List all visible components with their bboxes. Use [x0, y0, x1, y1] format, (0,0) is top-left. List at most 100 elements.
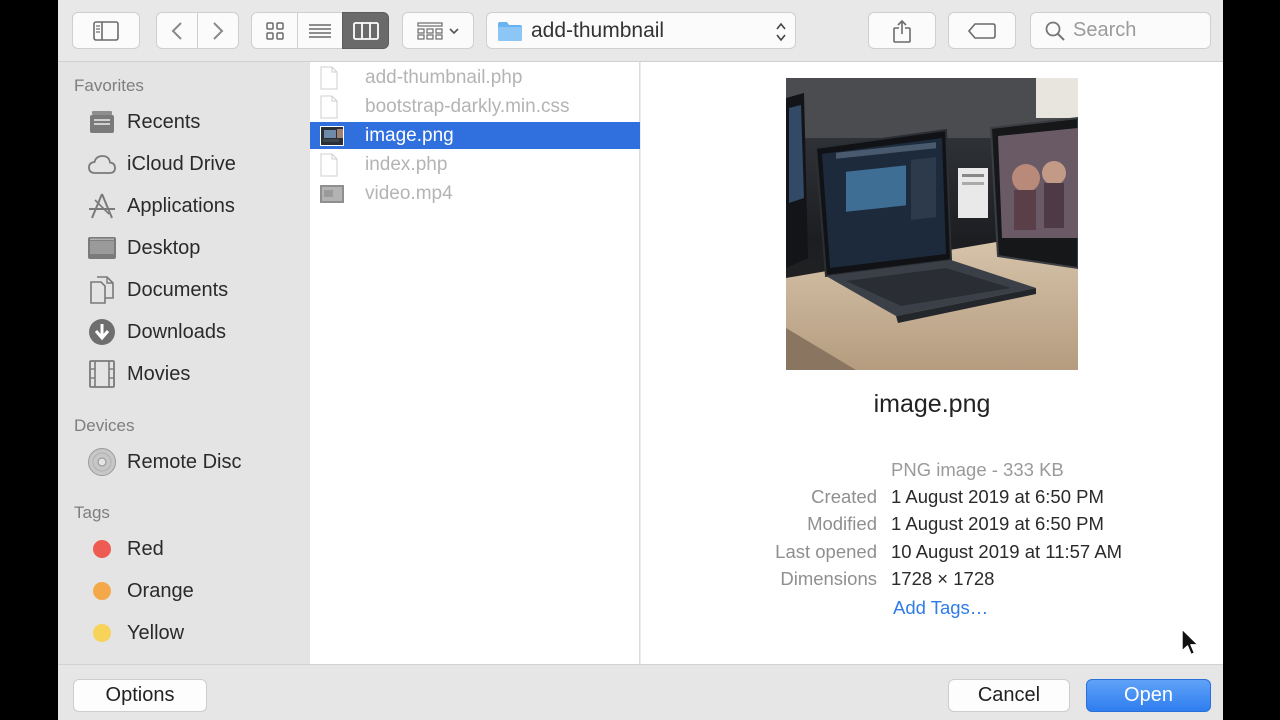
yellow-tag-dot-icon: [93, 624, 111, 642]
sidebar-item-label: Documents: [127, 278, 229, 301]
preview-pane: image.png PNG image - 333 KB Created 1 A…: [641, 62, 1223, 664]
favorites-heading: Favorites: [74, 76, 144, 95]
column-view-button[interactable]: [342, 12, 389, 49]
sidebar-item-label: Yellow: [127, 621, 185, 644]
group-grid-icon: [417, 21, 443, 41]
sidebar-item-documents[interactable]: Documents: [86, 273, 306, 307]
sidebar-item-label: Desktop: [127, 236, 201, 259]
image-thumbnail-icon: [320, 124, 354, 148]
chevron-down-icon: [449, 27, 459, 35]
group-by-button[interactable]: [402, 12, 474, 49]
dialog-bottom-bar: Options Cancel Open: [58, 664, 1223, 720]
file-row[interactable]: video.mp4: [310, 180, 640, 207]
search-input[interactable]: Search: [1030, 12, 1211, 49]
chevron-left-icon: [171, 21, 183, 41]
tags-heading: Tags: [74, 503, 110, 522]
movies-icon: [86, 358, 118, 390]
info-value: 1 August 2019 at 6:50 PM: [891, 486, 1104, 507]
search-icon: [1045, 21, 1065, 41]
list-icon: [308, 22, 332, 40]
downloads-icon: [86, 316, 118, 348]
chevron-right-icon: [212, 21, 224, 41]
info-key: Created: [811, 486, 877, 507]
file-column: add-thumbnail.php bootstrap-darkly.min.c…: [310, 62, 640, 664]
sidebar-item-tag-yellow[interactable]: Yellow: [86, 616, 306, 650]
info-value: 1 August 2019 at 6:50 PM: [891, 513, 1104, 534]
info-row-dimensions: Dimensions 1728 × 1728: [641, 568, 1223, 595]
sidebar-item-label: Downloads: [127, 320, 226, 343]
sidebar-item-downloads[interactable]: Downloads: [86, 315, 306, 349]
sidebar-item-label: Remote Disc: [127, 450, 242, 473]
sidebar-item-label: Red: [127, 537, 164, 560]
sidebar-item-desktop[interactable]: Desktop: [86, 231, 306, 265]
orange-tag-dot-icon: [93, 582, 111, 600]
options-button[interactable]: Options: [73, 679, 207, 712]
sidebar: Favorites Recents iCloud Drive Applicati…: [58, 62, 310, 664]
devices-heading: Devices: [74, 416, 135, 435]
sidebar-item-label: Recents: [127, 110, 201, 133]
applications-icon: [86, 190, 118, 222]
sidebar-item-tag-orange[interactable]: Orange: [86, 574, 306, 608]
info-row-modified: Modified 1 August 2019 at 6:50 PM: [641, 513, 1223, 540]
list-view-button[interactable]: [297, 12, 343, 49]
up-down-chevron-icon: [775, 21, 787, 43]
forward-button[interactable]: [197, 12, 239, 49]
preview-file-name: image.png: [873, 390, 991, 418]
file-row[interactable]: bootstrap-darkly.min.css: [310, 93, 640, 120]
file-row-selected[interactable]: image.png: [310, 122, 640, 149]
info-value: 1728 × 1728: [891, 568, 995, 589]
document-icon: [320, 153, 354, 177]
sidebar-item-remote-disc[interactable]: Remote Disc: [86, 445, 306, 479]
sidebar-item-label: iCloud Drive: [127, 152, 236, 175]
folder-icon: [497, 20, 523, 42]
document-icon: [320, 66, 354, 90]
sidebar-item-movies[interactable]: Movies: [86, 357, 306, 391]
share-icon: [892, 19, 912, 43]
sidebar-item-label: Movies: [127, 362, 191, 385]
edit-tags-button[interactable]: [948, 12, 1016, 49]
sidebar-item-label: Applications: [127, 194, 235, 217]
video-thumbnail-icon: [320, 182, 354, 206]
location-label: add-thumbnail: [531, 18, 665, 42]
back-button[interactable]: [156, 12, 198, 49]
info-value: 10 August 2019 at 11:57 AM: [891, 541, 1123, 562]
add-tags-link[interactable]: Add Tags…: [893, 597, 988, 619]
preview-kind-size: PNG image - 333 KB: [891, 459, 1064, 480]
info-key: Last opened: [775, 541, 877, 562]
cloud-icon: [86, 148, 118, 180]
sidebar-item-applications[interactable]: Applications: [86, 189, 306, 223]
info-key: Modified: [807, 513, 877, 534]
toolbar: add-thumbnail Search: [58, 0, 1223, 62]
file-row[interactable]: add-thumbnail.php: [310, 64, 640, 91]
sidebar-item-tag-red[interactable]: Red: [86, 532, 306, 566]
share-button[interactable]: [868, 12, 936, 49]
cancel-button[interactable]: Cancel: [948, 679, 1070, 712]
file-name: bootstrap-darkly.min.css: [365, 95, 570, 117]
image-preview: [786, 78, 1078, 370]
info-row-last-opened: Last opened 10 August 2019 at 11:57 AM: [641, 541, 1223, 568]
file-name: image.png: [365, 124, 454, 146]
sidebar-item-recents[interactable]: Recents: [86, 105, 306, 139]
desktop-icon: [86, 232, 118, 264]
columns-icon: [352, 21, 379, 40]
sidebar-icon: [93, 20, 119, 41]
file-row[interactable]: index.php: [310, 151, 640, 178]
grid-icon: [265, 21, 284, 40]
mouse-cursor-icon: [1180, 627, 1200, 662]
icon-view-button[interactable]: [251, 12, 298, 49]
toggle-sidebar-button[interactable]: [72, 12, 140, 49]
document-icon: [320, 95, 354, 119]
open-file-dialog: add-thumbnail Search Favorites Recents i…: [58, 0, 1223, 720]
file-name: index.php: [365, 153, 448, 175]
file-name: add-thumbnail.php: [365, 66, 523, 88]
recents-icon: [86, 106, 118, 138]
file-name: video.mp4: [365, 182, 453, 204]
disc-icon: [86, 446, 118, 478]
open-button[interactable]: Open: [1086, 679, 1211, 712]
documents-icon: [86, 274, 118, 306]
location-popup[interactable]: add-thumbnail: [486, 12, 796, 49]
sidebar-item-icloud-drive[interactable]: iCloud Drive: [86, 147, 306, 181]
info-key: Dimensions: [780, 568, 877, 589]
sidebar-item-label: Orange: [127, 579, 194, 602]
red-tag-dot-icon: [93, 540, 111, 558]
